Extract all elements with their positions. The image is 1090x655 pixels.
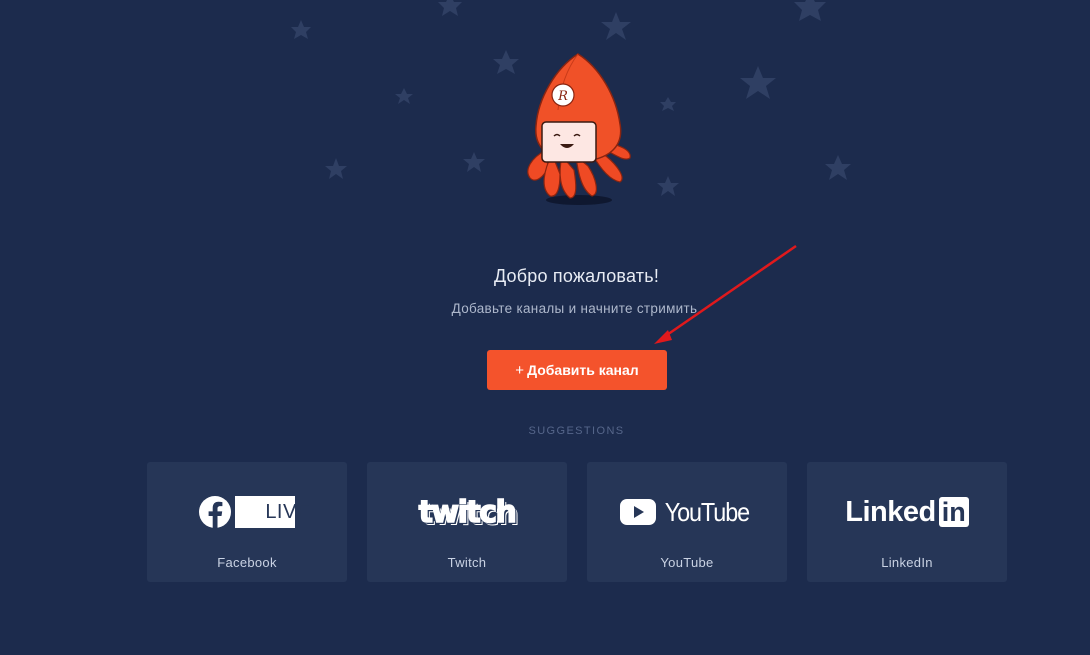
- star-icon: [463, 152, 485, 172]
- star-icon: [601, 12, 631, 40]
- linkedin-logo-text: Linked: [845, 495, 936, 528]
- twitch-logo-icon: twitch: [367, 492, 567, 532]
- squid-mascot-icon: R: [527, 53, 631, 205]
- suggestion-card-youtube[interactable]: YouTube YouTube: [587, 462, 787, 582]
- star-icon: [825, 155, 851, 180]
- linkedin-badge: in: [938, 497, 969, 527]
- suggestion-card-twitch[interactable]: twitch Twitch: [367, 462, 567, 582]
- plus-icon: +: [515, 361, 525, 379]
- youtube-logo-icon: YouTube: [587, 492, 787, 532]
- add-channel-label: Добавить канал: [527, 362, 639, 378]
- star-icon: [325, 158, 347, 179]
- suggestion-label: Twitch: [447, 555, 487, 570]
- twitch-logo-text: twitch: [418, 494, 518, 531]
- suggestion-card-linkedin[interactable]: Linked in LinkedIn: [807, 462, 1007, 582]
- star-icon: [291, 20, 311, 39]
- linkedin-logo-icon: Linked in: [807, 492, 1007, 532]
- facebook-live-text: LIVE: [265, 501, 311, 523]
- youtube-logo-text: YouTube: [664, 496, 750, 527]
- star-icon: [438, 0, 462, 16]
- suggestion-label: YouTube: [660, 555, 714, 570]
- welcome-screen: R Добро пожаловать! Добавьте каналы и на…: [0, 0, 1090, 655]
- suggestion-label: Facebook: [217, 555, 277, 570]
- star-icon: [657, 176, 679, 196]
- youtube-play-icon: [620, 499, 657, 525]
- suggestion-card-facebook[interactable]: LIVE Facebook: [147, 462, 347, 582]
- welcome-title: Добро пожаловать!: [493, 266, 660, 286]
- suggestions-heading: SUGGESTIONS: [528, 425, 625, 437]
- welcome-subtitle: Добавьте каналы и начните стримить.: [451, 301, 702, 316]
- star-icon: [395, 88, 413, 104]
- svg-text:R: R: [557, 89, 568, 104]
- suggestion-label: LinkedIn: [881, 555, 933, 570]
- star-icon: [794, 0, 826, 21]
- suggestions-list: LIVE Facebook twitch Twitch YouTube YouT…: [147, 462, 1007, 582]
- add-channel-button[interactable]: + Добавить канал: [487, 350, 667, 390]
- star-icon: [660, 97, 676, 111]
- facebook-live-logo-icon: LIVE: [147, 492, 347, 532]
- star-icon: [740, 66, 776, 99]
